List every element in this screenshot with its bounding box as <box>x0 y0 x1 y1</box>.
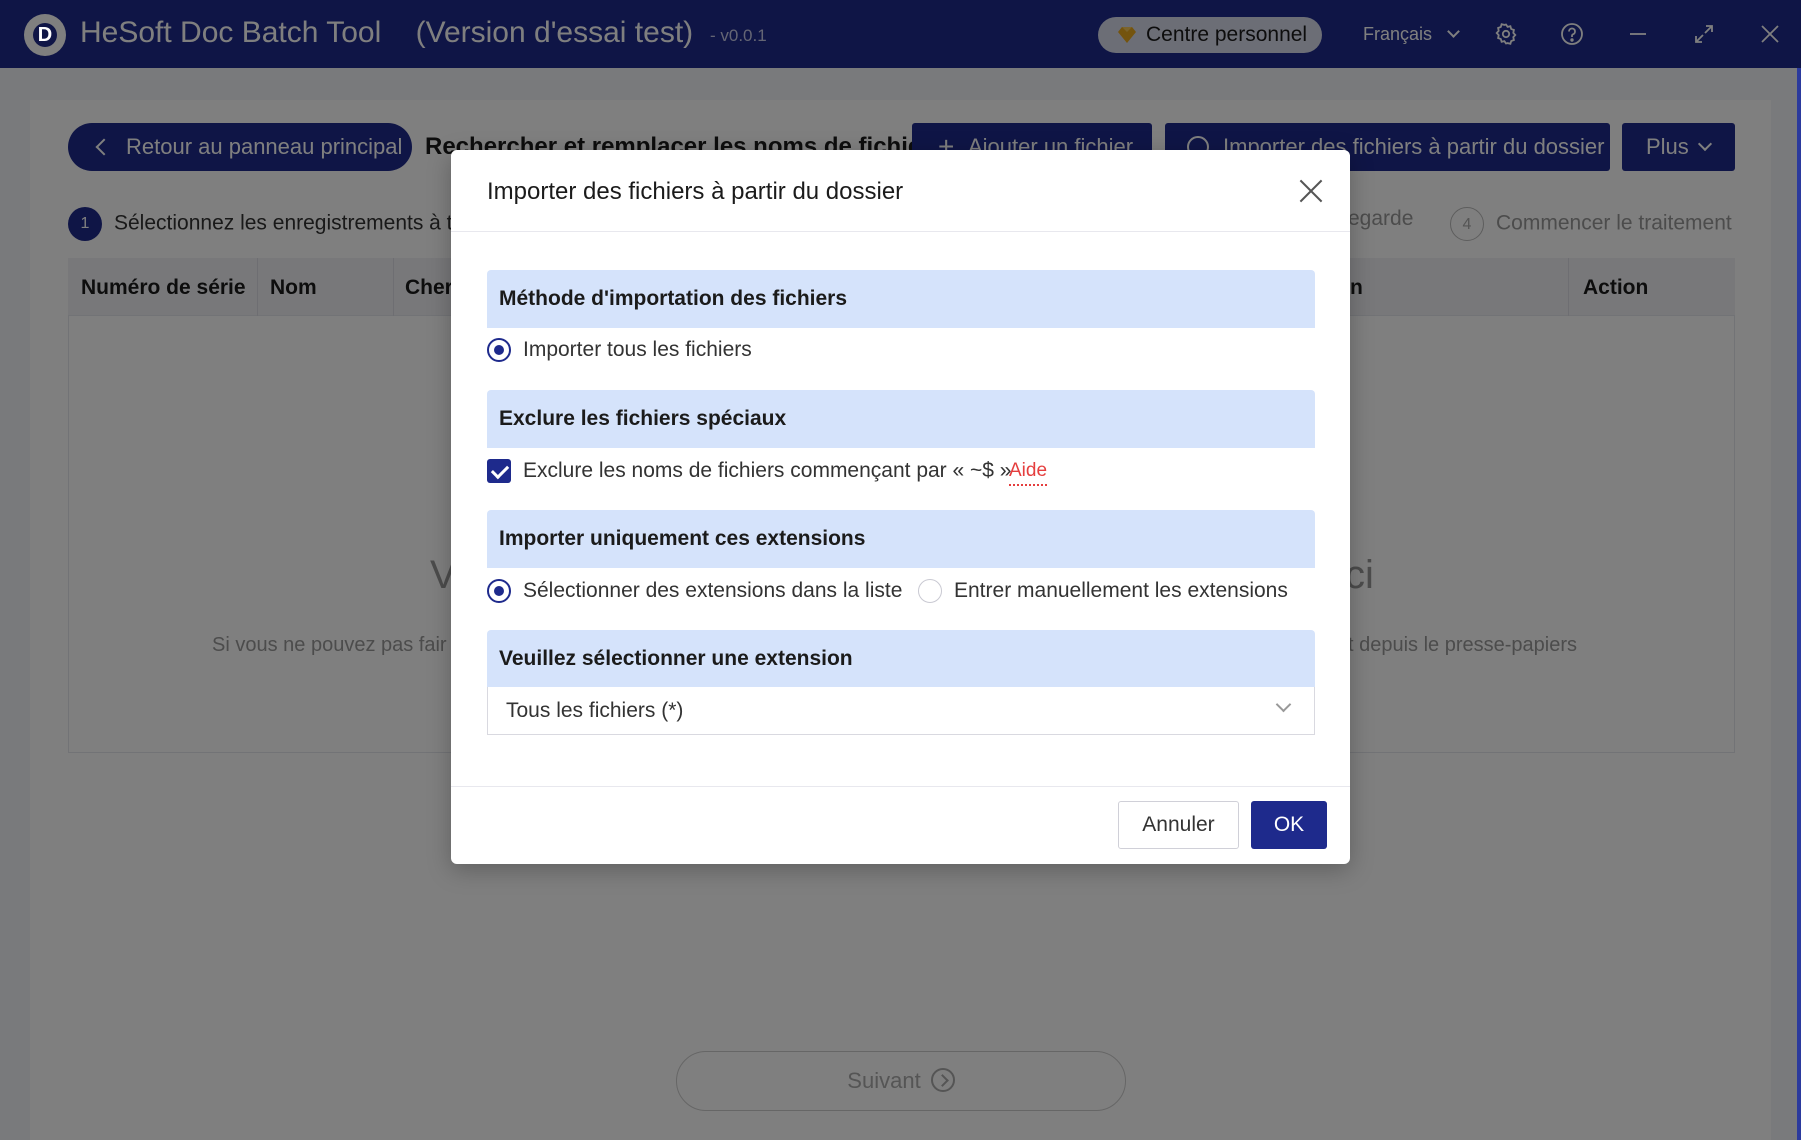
help-link[interactable]: Aide <box>1009 459 1048 486</box>
option-enter-manually-label[interactable]: Entrer manuellement les extensions <box>954 579 1288 603</box>
app-logo-icon: D <box>24 14 66 56</box>
option-import-all-label: Importer tous les fichiers <box>523 338 752 361</box>
section-select-extension-heading: Veuillez sélectionner une extension <box>487 630 1315 688</box>
chevron-down-icon <box>1275 696 1292 713</box>
radio-import-all[interactable] <box>487 338 511 362</box>
radio-select-from-list[interactable] <box>487 579 511 603</box>
import-folder-dialog: Importer des fichiers à partir du dossie… <box>451 150 1350 864</box>
window-edge <box>1797 68 1801 1140</box>
section-import-method-heading: Méthode d'importation des fichiers <box>487 270 1315 328</box>
dialog-header: Importer des fichiers à partir du dossie… <box>451 150 1350 232</box>
extension-select[interactable]: Tous les fichiers (*) <box>487 687 1315 735</box>
dialog-close-icon[interactable] <box>1298 178 1324 204</box>
radio-enter-manually[interactable] <box>918 579 942 603</box>
option-exclude-temp-label: Exclure les noms de fichiers commençant … <box>523 459 1012 482</box>
dialog-title: Importer des fichiers à partir du dossie… <box>487 178 904 205</box>
ok-button[interactable]: OK <box>1251 801 1327 849</box>
cancel-button[interactable]: Annuler <box>1118 801 1239 849</box>
checkbox-exclude-temp[interactable] <box>487 459 511 483</box>
section-extensions-heading: Importer uniquement ces extensions <box>487 510 1315 568</box>
option-select-from-list-label[interactable]: Sélectionner des extensions dans la list… <box>523 579 902 603</box>
section-exclude-heading: Exclure les fichiers spéciaux <box>487 390 1315 448</box>
dialog-footer-divider <box>451 786 1350 787</box>
extension-select-value: Tous les fichiers (*) <box>506 699 684 722</box>
